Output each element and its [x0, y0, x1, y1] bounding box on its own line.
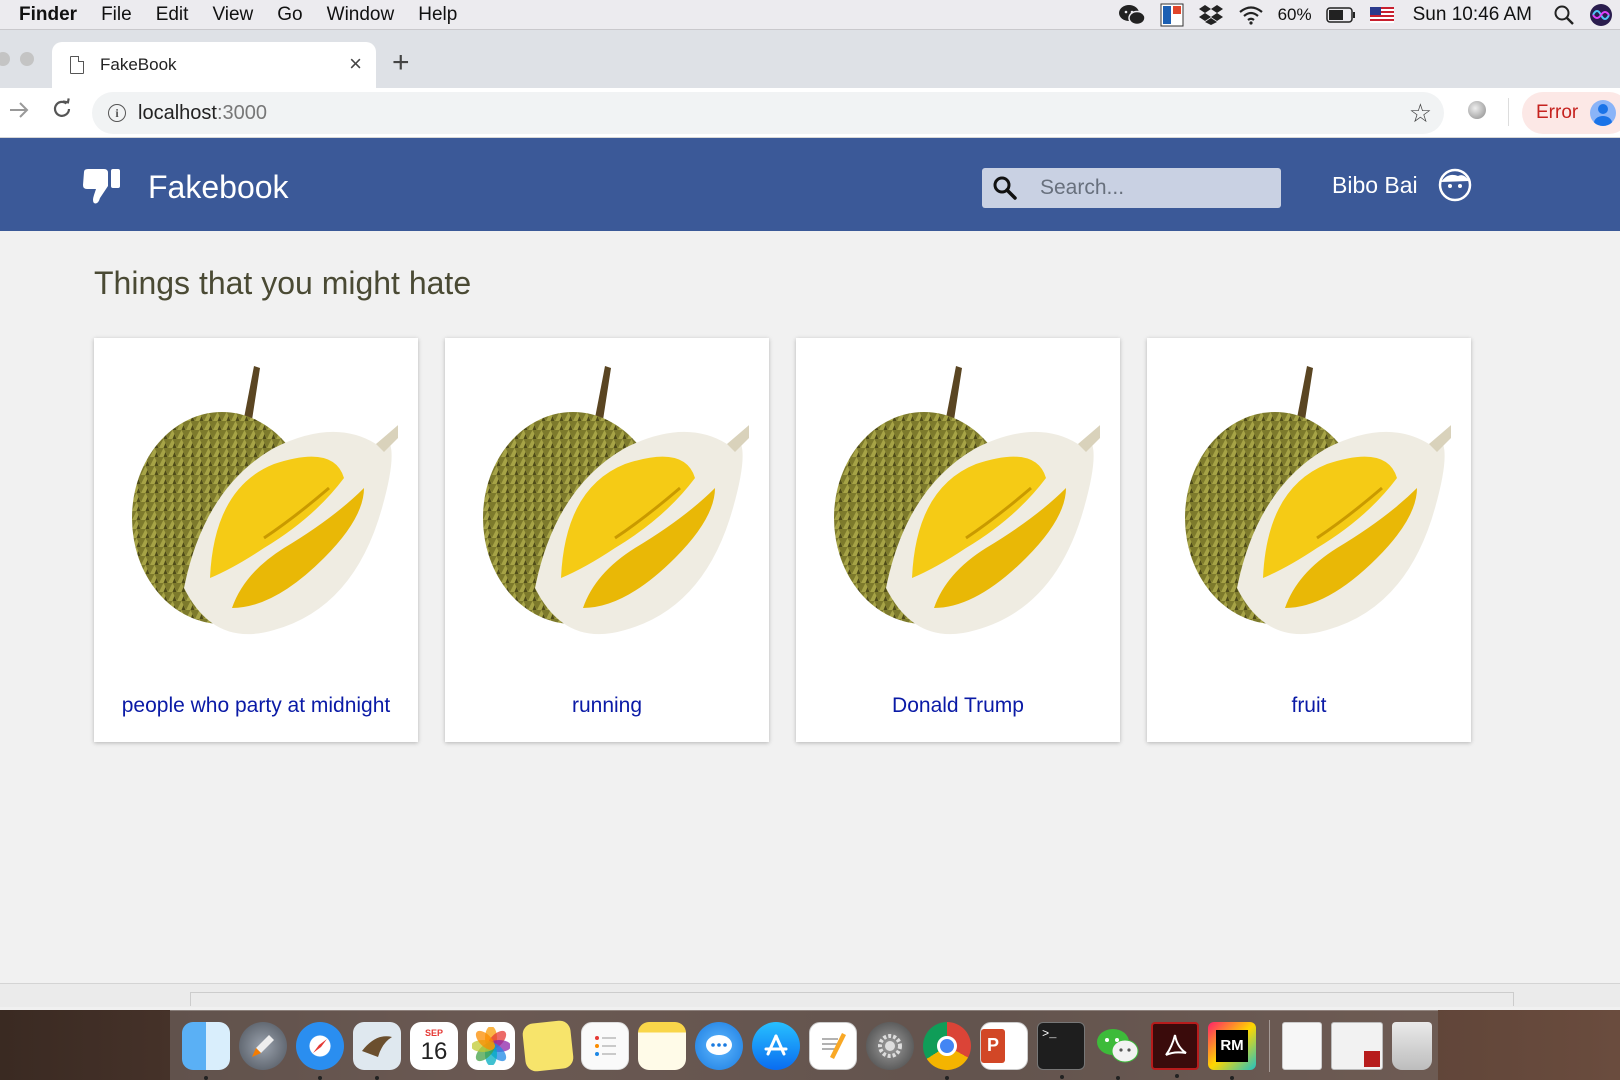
url-text[interactable]: localhost:3000	[138, 102, 267, 125]
messages-icon[interactable]	[695, 1021, 743, 1070]
user-name[interactable]: Bibo Bai	[1332, 172, 1418, 199]
bookmark-star-icon[interactable]: ☆	[1409, 98, 1432, 129]
notes-icon[interactable]	[638, 1021, 686, 1070]
powerpoint-icon[interactable]: P	[980, 1021, 1028, 1070]
profile-avatar-icon	[1590, 100, 1617, 126]
forward-button[interactable]	[8, 97, 30, 128]
siri-icon[interactable]	[1589, 0, 1613, 30]
rubymine-icon[interactable]: RM	[1208, 1021, 1256, 1080]
acrobat-icon[interactable]	[1151, 1021, 1199, 1078]
fakebook-logo[interactable]: Fakebook	[82, 168, 289, 206]
finder-icon[interactable]	[182, 1021, 230, 1080]
dock-separator	[1269, 1019, 1270, 1072]
card-label[interactable]: people who party at midnight	[104, 693, 408, 718]
menu-go[interactable]: Go	[265, 0, 314, 30]
window-close-button[interactable]	[0, 52, 10, 66]
reminders-icon[interactable]	[581, 1021, 629, 1070]
textedit-icon[interactable]	[809, 1021, 857, 1070]
arrow-right-icon	[10, 102, 29, 118]
pdf-stack-icon[interactable]	[1331, 1021, 1383, 1070]
partial-window-edge	[190, 992, 1514, 1006]
photos-icon[interactable]	[467, 1021, 515, 1070]
thumbs-down-icon	[83, 169, 120, 204]
window-minimize-button[interactable]	[20, 52, 34, 66]
launchpad-icon[interactable]	[239, 1021, 287, 1070]
profile-error-text: Error	[1536, 102, 1579, 123]
menu-view[interactable]: View	[200, 0, 265, 30]
spotlight-icon[interactable]	[1553, 0, 1575, 30]
user-avatar-icon[interactable]	[1438, 168, 1472, 202]
reload-button[interactable]	[50, 97, 74, 128]
address-bar[interactable]: i localhost:3000 ☆	[92, 92, 1444, 134]
browser-tab-strip: FakeBook × +	[0, 30, 1620, 88]
card-label[interactable]: Donald Trump	[806, 693, 1110, 718]
fakebook-header: Fakebook Bibo Bai	[0, 138, 1620, 231]
safari-icon[interactable]	[296, 1021, 344, 1080]
search-icon	[993, 176, 1017, 200]
document-stack-icon[interactable]	[1282, 1021, 1322, 1070]
tab-title: FakeBook	[100, 55, 177, 74]
user-menu[interactable]: Bibo Bai	[1332, 168, 1472, 202]
section-title: Things that you might hate	[94, 265, 472, 301]
browser-tab[interactable]: FakeBook ×	[52, 42, 376, 88]
new-tab-button[interactable]: +	[392, 48, 410, 78]
terminal-icon[interactable]: >_	[1037, 1021, 1085, 1079]
calendar-icon[interactable]: SEP 16	[410, 1021, 458, 1070]
wechat-icon[interactable]	[1118, 0, 1146, 30]
system-preferences-icon[interactable]	[866, 1021, 914, 1070]
browser-toolbar: i localhost:3000 ☆ Error	[0, 88, 1620, 138]
toolbar-divider	[1508, 98, 1509, 126]
menu-file[interactable]: File	[89, 0, 144, 30]
hate-card[interactable]: Donald Trump	[796, 338, 1120, 742]
hate-card[interactable]: fruit	[1147, 338, 1471, 742]
site-info-icon[interactable]: i	[108, 104, 126, 122]
reload-icon	[53, 98, 71, 117]
dropbox-icon[interactable]	[1198, 0, 1224, 30]
page-bottom-strip	[0, 983, 1620, 1007]
mail-eagle-icon[interactable]	[353, 1021, 401, 1080]
menu-window[interactable]: Window	[315, 0, 407, 30]
url-host: localhost	[138, 101, 217, 124]
card-label[interactable]: running	[455, 693, 759, 718]
app-store-icon[interactable]	[752, 1021, 800, 1070]
page-document-icon	[70, 56, 84, 74]
durian-image	[1185, 366, 1451, 635]
powerpoint-letter: P	[981, 1028, 1005, 1063]
menu-finder[interactable]: Finder	[0, 0, 89, 30]
web-page: Fakebook Bibo Bai Things that you might …	[0, 138, 1620, 1007]
wechat-dock-icon[interactable]	[1094, 1022, 1142, 1080]
macos-dock: SEP 16 P >_ RM	[170, 1010, 1438, 1080]
wifi-icon[interactable]	[1238, 0, 1264, 30]
durian-image	[132, 366, 398, 635]
extension-icon[interactable]	[1468, 101, 1486, 119]
durian-image	[483, 366, 749, 635]
hate-card[interactable]: people who party at midnight	[94, 338, 418, 742]
brand-name: Fakebook	[148, 168, 289, 205]
terminal-prompt: >_	[1042, 1026, 1057, 1041]
chrome-icon[interactable]	[923, 1021, 971, 1080]
profile-error-button[interactable]: Error	[1522, 92, 1620, 134]
rubymine-label: RM	[1216, 1029, 1248, 1062]
battery-percent: 60%	[1277, 5, 1312, 24]
tab-close-button[interactable]: ×	[349, 53, 362, 75]
stickies-icon[interactable]	[521, 1019, 575, 1072]
macos-menu-bar: Finder File Edit View Go Window Help 60%…	[0, 0, 1620, 30]
trash-icon[interactable]	[1392, 1021, 1432, 1070]
menu-help[interactable]: Help	[406, 0, 469, 30]
battery-icon[interactable]	[1325, 0, 1356, 30]
hate-card[interactable]: running	[445, 338, 769, 742]
card-label[interactable]: fruit	[1157, 693, 1461, 718]
us-flag-icon[interactable]	[1369, 0, 1394, 30]
menu-edit[interactable]: Edit	[144, 0, 201, 30]
menubar-clock[interactable]: Sun 10:46 AM	[1413, 4, 1532, 26]
url-port: :3000	[216, 101, 267, 124]
search-input[interactable]	[1040, 176, 1260, 200]
app-icon[interactable]	[1160, 0, 1184, 30]
calendar-day: 16	[420, 1037, 448, 1065]
durian-image	[834, 366, 1100, 635]
calendar-month: SEP	[424, 1027, 443, 1038]
search-bar[interactable]	[982, 168, 1281, 208]
